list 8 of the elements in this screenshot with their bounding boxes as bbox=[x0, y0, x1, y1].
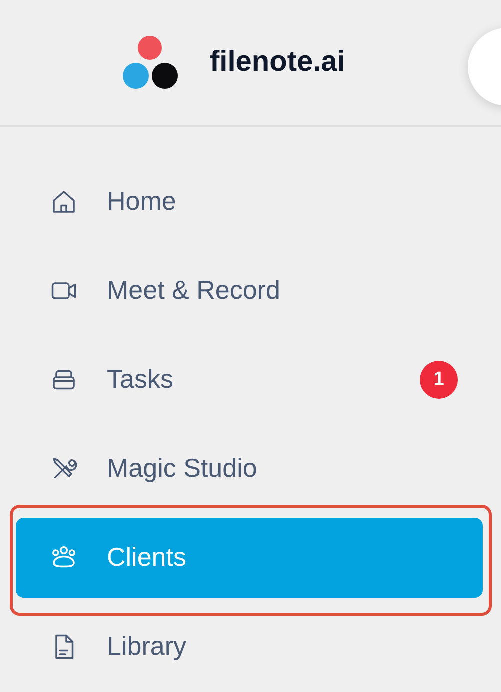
nav-item[interactable]: Meet & Record bbox=[16, 250, 483, 330]
nav-item[interactable]: Library bbox=[16, 606, 483, 686]
logo-icon bbox=[123, 36, 181, 90]
count-badge: 1 bbox=[420, 360, 458, 398]
brand-name: filenote.ai bbox=[210, 46, 346, 79]
nav-item[interactable]: Home bbox=[16, 162, 483, 242]
nav-item[interactable]: Tasks 1 bbox=[16, 340, 483, 420]
nav-item[interactable]: Magic Studio bbox=[16, 428, 483, 508]
